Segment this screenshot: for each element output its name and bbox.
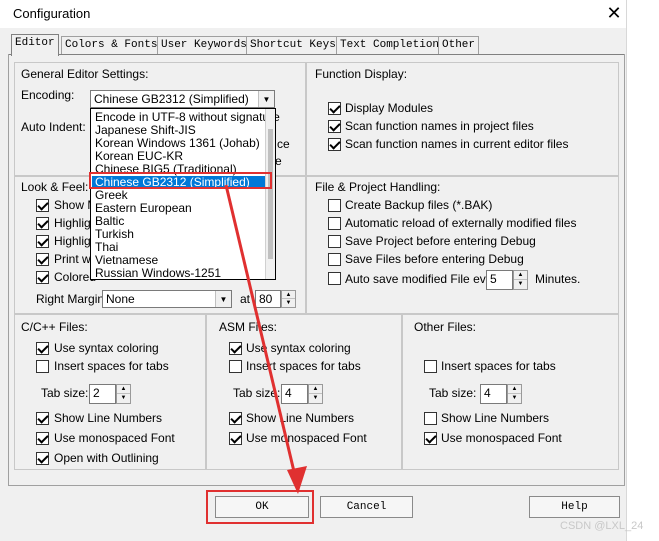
asm-tab-size-spinner[interactable]: ▲ ▼ <box>308 384 323 404</box>
scrollbar-thumb[interactable] <box>268 129 273 259</box>
look-feel-header: Look & Feel: <box>21 180 89 194</box>
save-project-checkbox[interactable] <box>328 235 341 248</box>
other-monospaced-label: Use monospaced Font <box>441 431 562 445</box>
highlight-box <box>206 490 314 524</box>
asm-monospaced-checkbox[interactable] <box>229 432 242 445</box>
right-margin-label: Right Margin: <box>36 292 108 306</box>
asm-insert-spaces-checkbox[interactable] <box>229 360 242 373</box>
tab-user-keywords[interactable]: User Keywords <box>157 36 251 54</box>
right-margin-select[interactable]: None ▼ <box>102 290 232 308</box>
asm-monospaced-label: Use monospaced Font <box>246 431 367 445</box>
dropdown-scrollbar[interactable] <box>265 109 275 279</box>
cpp-monospaced-checkbox[interactable] <box>36 432 49 445</box>
display-modules-label: Display Modules <box>345 101 434 115</box>
display-modules-checkbox[interactable] <box>328 102 341 115</box>
asm-tab-size-input[interactable]: 4 <box>281 384 308 404</box>
file-project-header: File & Project Handling: <box>315 180 441 194</box>
margin-column-input[interactable]: 80 <box>255 290 281 308</box>
cpp-line-numbers-checkbox[interactable] <box>36 412 49 425</box>
highlight-box <box>89 172 272 189</box>
other-insert-spaces-label: Insert spaces for tabs <box>441 359 556 373</box>
background-strip <box>626 0 659 541</box>
cpp-monospaced-label: Use monospaced Font <box>54 431 175 445</box>
margin-column-spinner[interactable]: ▲ ▼ <box>281 290 296 308</box>
auto-save-label: Auto save modified File every <box>345 272 503 286</box>
tab-text-completion[interactable]: Text Completion <box>336 36 444 54</box>
other-tab-size-input[interactable]: 4 <box>480 384 507 404</box>
encoding-label: Encoding: <box>21 88 75 102</box>
scan-editor-label: Scan function names in current editor fi… <box>345 137 569 151</box>
auto-indent-label: Auto Indent: <box>21 120 86 134</box>
auto-reload-checkbox[interactable] <box>328 217 341 230</box>
asm-insert-spaces-label: Insert spaces for tabs <box>246 359 361 373</box>
title-bar <box>0 0 659 28</box>
asm-line-numbers-label: Show Line Numbers <box>246 411 355 425</box>
chevron-down-icon[interactable]: ▼ <box>215 291 231 307</box>
look-feel-checkbox[interactable] <box>36 217 49 230</box>
tab-shortcut-keys[interactable]: Shortcut Keys <box>246 36 340 54</box>
asm-syntax-label: Use syntax coloring <box>246 341 351 355</box>
create-backup-checkbox[interactable] <box>328 199 341 212</box>
minutes-label: Minutes. <box>535 272 581 286</box>
cpp-tab-size-spinner[interactable]: ▲ ▼ <box>116 384 131 404</box>
other-tab-size-spinner[interactable]: ▲ ▼ <box>507 384 522 404</box>
scan-project-label: Scan function names in project files <box>345 119 534 133</box>
auto-save-checkbox[interactable] <box>328 272 341 285</box>
hidden-text-fragment: ce <box>277 137 290 151</box>
hidden-text-fragment: e <box>275 154 282 168</box>
cpp-header: C/C++ Files: <box>21 320 88 334</box>
chevron-down-icon[interactable]: ▼ <box>258 91 274 107</box>
look-feel-checkbox[interactable] <box>36 271 49 284</box>
look-feel-checkbox[interactable] <box>36 199 49 212</box>
cpp-syntax-checkbox[interactable] <box>36 342 49 355</box>
scan-editor-checkbox[interactable] <box>328 138 341 151</box>
function-display-header: Function Display: <box>315 67 408 81</box>
close-icon[interactable]: ✕ <box>604 2 624 24</box>
encoding-value: Chinese GB2312 (Simplified) <box>94 92 249 106</box>
asm-syntax-checkbox[interactable] <box>229 342 242 355</box>
auto-save-minutes-input[interactable]: 5 <box>486 270 513 290</box>
at-label: at <box>240 292 251 306</box>
other-monospaced-checkbox[interactable] <box>424 432 437 445</box>
watermark: CSDN @LXL_24 <box>560 520 644 532</box>
look-feel-checkbox[interactable] <box>36 253 49 266</box>
asm-tab-size-label: Tab size: <box>233 386 281 400</box>
other-line-numbers-checkbox[interactable] <box>424 412 437 425</box>
tab-colors-fonts[interactable]: Colors & Fonts <box>61 36 162 54</box>
general-header: General Editor Settings: <box>21 67 149 81</box>
cpp-insert-spaces-label: Insert spaces for tabs <box>54 359 169 373</box>
cpp-tab-size-input[interactable]: 2 <box>89 384 116 404</box>
cancel-button[interactable]: Cancel <box>320 496 413 518</box>
auto-save-spinner[interactable]: ▲ ▼ <box>513 270 528 290</box>
help-button[interactable]: Help <box>529 496 620 518</box>
create-backup-label: Create Backup files (*.BAK) <box>345 198 493 212</box>
other-insert-spaces-checkbox[interactable] <box>424 360 437 373</box>
cpp-outlining-checkbox[interactable] <box>36 452 49 465</box>
tab-other[interactable]: Other <box>438 36 480 54</box>
asm-header: ASM Files: <box>219 320 278 334</box>
other-header: Other Files: <box>414 320 477 334</box>
other-line-numbers-label: Show Line Numbers <box>441 411 550 425</box>
right-margin-value: None <box>106 292 135 306</box>
cpp-syntax-label: Use syntax coloring <box>54 341 159 355</box>
look-feel-checkbox[interactable] <box>36 235 49 248</box>
save-files-checkbox[interactable] <box>328 253 341 266</box>
encoding-select[interactable]: Chinese GB2312 (Simplified) ▼ <box>90 90 275 108</box>
scan-project-checkbox[interactable] <box>328 120 341 133</box>
auto-reload-label: Automatic reload of externally modified … <box>345 216 577 230</box>
cpp-line-numbers-label: Show Line Numbers <box>54 411 163 425</box>
cpp-outlining-label: Open with Outlining <box>54 451 159 465</box>
other-tab-size-label: Tab size: <box>429 386 477 400</box>
window-title: Configuration <box>13 6 91 21</box>
encoding-dropdown-list[interactable]: Encode in UTF-8 without signature Japane… <box>90 108 280 280</box>
encoding-option[interactable]: Russian Windows-1251 <box>95 267 221 280</box>
save-files-label: Save Files before entering Debug <box>345 252 524 266</box>
asm-line-numbers-checkbox[interactable] <box>229 412 242 425</box>
save-project-label: Save Project before entering Debug <box>345 234 536 248</box>
cpp-tab-size-label: Tab size: <box>41 386 89 400</box>
tab-editor[interactable]: Editor <box>11 34 59 56</box>
cpp-insert-spaces-checkbox[interactable] <box>36 360 49 373</box>
